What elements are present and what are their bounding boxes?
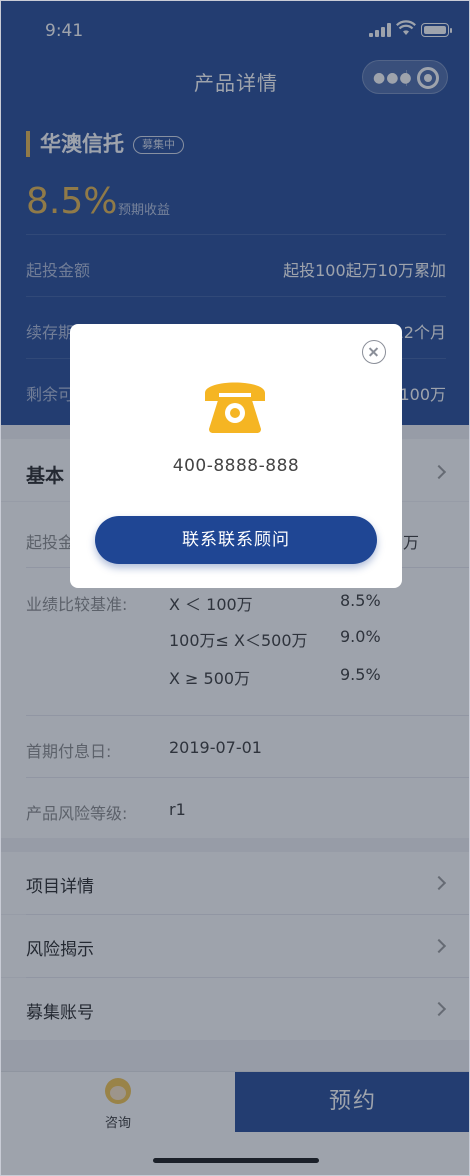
phone-number: 400-8888-888 [172,456,300,476]
phone-frame: 9:41 产品详情 ●●● 华澳信托 募集中 8.5% 预期收益 起投金额 起投… [0,0,470,1176]
contact-modal: 400-8888-888 联系联系顾问 [70,324,402,588]
close-icon[interactable] [362,340,386,364]
contact-advisor-button[interactable]: 联系联系顾问 [95,516,377,564]
telephone-icon [205,382,265,433]
modal-overlay[interactable] [1,1,469,1175]
